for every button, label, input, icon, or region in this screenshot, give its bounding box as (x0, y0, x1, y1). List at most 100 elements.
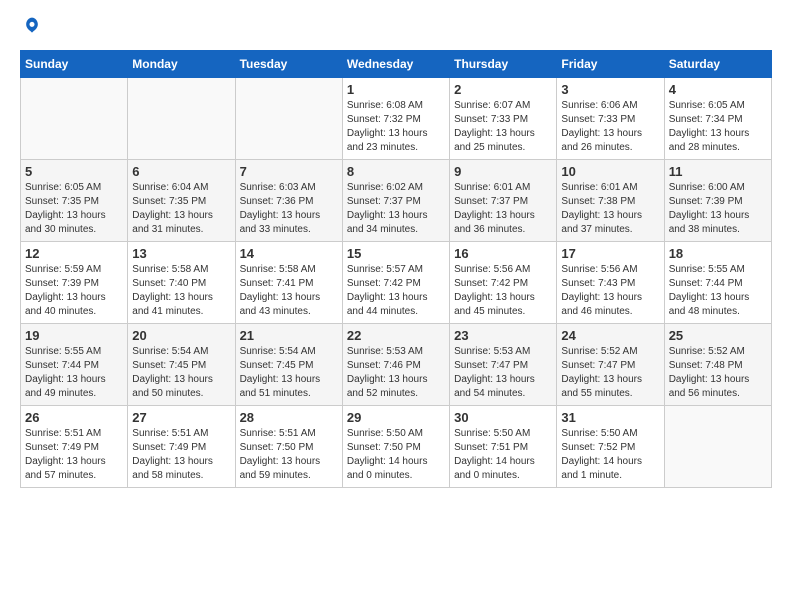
calendar-cell: 8 Sunrise: 6:02 AMSunset: 7:37 PMDaylight… (342, 159, 449, 241)
column-header-monday: Monday (128, 50, 235, 77)
day-number: 13 (132, 246, 230, 261)
day-number: 7 (240, 164, 338, 179)
calendar-cell: 31 Sunrise: 5:50 AMSunset: 7:52 PMDayligh… (557, 405, 664, 487)
day-number: 6 (132, 164, 230, 179)
calendar-cell: 6 Sunrise: 6:04 AMSunset: 7:35 PMDaylight… (128, 159, 235, 241)
day-info: Sunrise: 5:53 AMSunset: 7:47 PMDaylight:… (454, 345, 552, 401)
day-info: Sunrise: 6:04 AMSunset: 7:35 PMDaylight:… (132, 181, 230, 237)
calendar-cell: 4 Sunrise: 6:05 AMSunset: 7:34 PMDaylight… (664, 77, 771, 159)
day-info: Sunrise: 6:01 AMSunset: 7:37 PMDaylight:… (454, 181, 552, 237)
calendar-cell: 28 Sunrise: 5:51 AMSunset: 7:50 PMDayligh… (235, 405, 342, 487)
day-info: Sunrise: 5:56 AMSunset: 7:42 PMDaylight:… (454, 263, 552, 319)
day-info: Sunrise: 5:50 AMSunset: 7:50 PMDaylight:… (347, 427, 445, 483)
day-info: Sunrise: 6:05 AMSunset: 7:35 PMDaylight:… (25, 181, 123, 237)
calendar-header-row: SundayMondayTuesdayWednesdayThursdayFrid… (21, 50, 772, 77)
day-number: 25 (669, 328, 767, 343)
calendar-cell (21, 77, 128, 159)
calendar-week-row: 5 Sunrise: 6:05 AMSunset: 7:35 PMDaylight… (21, 159, 772, 241)
calendar-cell: 25 Sunrise: 5:52 AMSunset: 7:48 PMDayligh… (664, 323, 771, 405)
calendar-cell: 15 Sunrise: 5:57 AMSunset: 7:42 PMDayligh… (342, 241, 449, 323)
day-number: 11 (669, 164, 767, 179)
calendar-cell: 2Sunrise: 6:07 AMSunset: 7:33 PMDaylight… (450, 77, 557, 159)
day-info: Sunrise: 6:01 AMSunset: 7:38 PMDaylight:… (561, 181, 659, 237)
calendar-cell (235, 77, 342, 159)
logo-icon (22, 16, 42, 36)
calendar-cell: 9 Sunrise: 6:01 AMSunset: 7:37 PMDaylight… (450, 159, 557, 241)
calendar-cell: 19 Sunrise: 5:55 AMSunset: 7:44 PMDayligh… (21, 323, 128, 405)
calendar-cell (128, 77, 235, 159)
day-number: 19 (25, 328, 123, 343)
day-info: Sunrise: 5:55 AMSunset: 7:44 PMDaylight:… (25, 345, 123, 401)
day-number: 24 (561, 328, 659, 343)
column-header-wednesday: Wednesday (342, 50, 449, 77)
calendar-cell: 27Sunrise: 5:51 AMSunset: 7:49 PMDayligh… (128, 405, 235, 487)
day-info: Sunrise: 5:50 AMSunset: 7:52 PMDaylight:… (561, 427, 659, 483)
day-info: Sunrise: 5:52 AMSunset: 7:48 PMDaylight:… (669, 345, 767, 401)
day-number: 18 (669, 246, 767, 261)
calendar-week-row: 19 Sunrise: 5:55 AMSunset: 7:44 PMDayligh… (21, 323, 772, 405)
day-info: Sunrise: 5:55 AMSunset: 7:44 PMDaylight:… (669, 263, 767, 319)
calendar-cell: 13Sunrise: 5:58 AMSunset: 7:40 PMDayligh… (128, 241, 235, 323)
calendar-cell: 22 Sunrise: 5:53 AMSunset: 7:46 PMDayligh… (342, 323, 449, 405)
day-info: Sunrise: 6:05 AMSunset: 7:34 PMDaylight:… (669, 99, 767, 155)
calendar-cell: 21 Sunrise: 5:54 AMSunset: 7:45 PMDayligh… (235, 323, 342, 405)
day-info: Sunrise: 5:59 AMSunset: 7:39 PMDaylight:… (25, 263, 123, 319)
calendar-cell: 24 Sunrise: 5:52 AMSunset: 7:47 PMDayligh… (557, 323, 664, 405)
day-info: Sunrise: 6:02 AMSunset: 7:37 PMDaylight:… (347, 181, 445, 237)
day-number: 9 (454, 164, 552, 179)
day-number: 31 (561, 410, 659, 425)
calendar-cell: 30 Sunrise: 5:50 AMSunset: 7:51 PMDayligh… (450, 405, 557, 487)
day-info: Sunrise: 5:53 AMSunset: 7:46 PMDaylight:… (347, 345, 445, 401)
day-number: 8 (347, 164, 445, 179)
column-header-thursday: Thursday (450, 50, 557, 77)
day-info: Sunrise: 5:57 AMSunset: 7:42 PMDaylight:… (347, 263, 445, 319)
calendar-week-row: 26 Sunrise: 5:51 AMSunset: 7:49 PMDayligh… (21, 405, 772, 487)
day-number: 14 (240, 246, 338, 261)
logo (20, 20, 42, 40)
calendar-cell: 18 Sunrise: 5:55 AMSunset: 7:44 PMDayligh… (664, 241, 771, 323)
day-info: Sunrise: 6:08 AMSunset: 7:32 PMDaylight:… (347, 99, 445, 155)
calendar-cell: 12 Sunrise: 5:59 AMSunset: 7:39 PMDayligh… (21, 241, 128, 323)
day-info: Sunrise: 6:06 AMSunset: 7:33 PMDaylight:… (561, 99, 659, 155)
calendar-cell: 20 Sunrise: 5:54 AMSunset: 7:45 PMDayligh… (128, 323, 235, 405)
calendar-cell: 3 Sunrise: 6:06 AMSunset: 7:33 PMDaylight… (557, 77, 664, 159)
day-info: Sunrise: 6:07 AMSunset: 7:33 PMDaylight:… (454, 99, 552, 155)
day-info: Sunrise: 5:58 AMSunset: 7:41 PMDaylight:… (240, 263, 338, 319)
day-number: 17 (561, 246, 659, 261)
calendar-cell: 14 Sunrise: 5:58 AMSunset: 7:41 PMDayligh… (235, 241, 342, 323)
day-info: Sunrise: 6:00 AMSunset: 7:39 PMDaylight:… (669, 181, 767, 237)
day-number: 28 (240, 410, 338, 425)
day-info: Sunrise: 5:51 AMSunset: 7:49 PMDaylight:… (25, 427, 123, 483)
day-number: 15 (347, 246, 445, 261)
day-number: 26 (25, 410, 123, 425)
column-header-saturday: Saturday (664, 50, 771, 77)
day-number: 20 (132, 328, 230, 343)
column-header-sunday: Sunday (21, 50, 128, 77)
page-header (20, 20, 772, 40)
day-info: Sunrise: 5:51 AMSunset: 7:50 PMDaylight:… (240, 427, 338, 483)
day-info: Sunrise: 5:54 AMSunset: 7:45 PMDaylight:… (132, 345, 230, 401)
day-info: Sunrise: 5:50 AMSunset: 7:51 PMDaylight:… (454, 427, 552, 483)
day-number: 5 (25, 164, 123, 179)
day-info: Sunrise: 5:54 AMSunset: 7:45 PMDaylight:… (240, 345, 338, 401)
calendar-cell: 23 Sunrise: 5:53 AMSunset: 7:47 PMDayligh… (450, 323, 557, 405)
calendar-week-row: 12 Sunrise: 5:59 AMSunset: 7:39 PMDayligh… (21, 241, 772, 323)
calendar-cell: 29 Sunrise: 5:50 AMSunset: 7:50 PMDayligh… (342, 405, 449, 487)
calendar-table: SundayMondayTuesdayWednesdayThursdayFrid… (20, 50, 772, 488)
day-number: 30 (454, 410, 552, 425)
day-number: 12 (25, 246, 123, 261)
calendar-cell: 5 Sunrise: 6:05 AMSunset: 7:35 PMDaylight… (21, 159, 128, 241)
calendar-week-row: 1Sunrise: 6:08 AMSunset: 7:32 PMDaylight… (21, 77, 772, 159)
calendar-cell (664, 405, 771, 487)
day-number: 29 (347, 410, 445, 425)
day-number: 22 (347, 328, 445, 343)
day-number: 4 (669, 82, 767, 97)
day-number: 23 (454, 328, 552, 343)
column-header-tuesday: Tuesday (235, 50, 342, 77)
calendar-cell: 10Sunrise: 6:01 AMSunset: 7:38 PMDayligh… (557, 159, 664, 241)
day-number: 3 (561, 82, 659, 97)
day-number: 21 (240, 328, 338, 343)
calendar-cell: 16Sunrise: 5:56 AMSunset: 7:42 PMDayligh… (450, 241, 557, 323)
day-info: Sunrise: 5:56 AMSunset: 7:43 PMDaylight:… (561, 263, 659, 319)
day-info: Sunrise: 5:52 AMSunset: 7:47 PMDaylight:… (561, 345, 659, 401)
